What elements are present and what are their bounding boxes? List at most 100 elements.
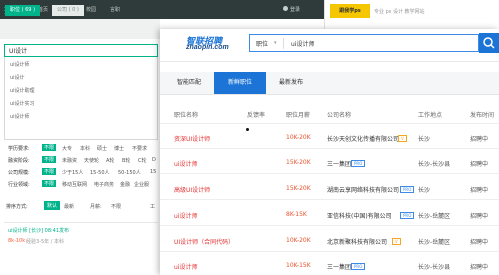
company-badge: V: [398, 135, 407, 142]
salary-label: 月薪:: [90, 204, 102, 210]
filter-option[interactable]: B轮: [122, 157, 130, 164]
filter-option[interactable]: C轮: [138, 157, 147, 164]
filter-option[interactable]: D: [152, 157, 156, 163]
filter-option[interactable]: 天使轮: [84, 157, 99, 164]
suggestion-item[interactable]: ui设计师: [10, 113, 30, 120]
row-divider: [160, 225, 499, 226]
search-type-select[interactable]: 职位: [256, 39, 268, 48]
sort-latest-button[interactable]: 最新: [64, 203, 74, 210]
sort-default-button[interactable]: 默认: [44, 201, 61, 210]
filter-option[interactable]: 移动互联网: [62, 181, 87, 188]
job-title-link[interactable]: 高级UI设计师: [174, 185, 210, 194]
header-feedback: 反馈率: [247, 112, 266, 119]
job-salary: 10K-20K: [286, 134, 311, 141]
job-location: 长沙-长沙县: [418, 161, 451, 168]
company-link[interactable]: 三一集团: [327, 159, 351, 168]
job-title-link[interactable]: ui设计师: [174, 159, 197, 168]
job-salary: 15K-20K: [286, 159, 311, 166]
filter-selected[interactable]: 不限: [42, 168, 57, 175]
filter-label-financing: 融资阶段:: [8, 158, 30, 164]
search-icon: [483, 37, 495, 49]
lagou-login-link[interactable]: 登录: [290, 6, 300, 13]
job-status: 招聘中: [470, 161, 489, 168]
company-link[interactable]: 三一集团: [327, 262, 351, 271]
company-badge: V: [392, 238, 401, 245]
suggestion-item[interactable]: ui设计助理: [10, 87, 35, 94]
ad-text: 专业 ps 设计 教学网站: [374, 9, 425, 15]
job-status: 招聘中: [470, 136, 489, 143]
job-title-link[interactable]: 资深UI设计师: [174, 134, 210, 143]
company-link[interactable]: 长沙天创文化传播有限公司: [327, 134, 399, 143]
filter-selected[interactable]: 不限: [42, 144, 57, 151]
job-salary: 10K-15K: [286, 262, 311, 269]
job-status: 招聘中: [470, 264, 489, 271]
job-card-salary: 8k-10k: [8, 238, 26, 244]
filter-selected[interactable]: 不限: [42, 180, 57, 187]
job-location: 长沙: [418, 136, 431, 143]
filter-option[interactable]: 电子商务: [94, 181, 114, 188]
cursor-dot: [246, 128, 249, 131]
job-location: 长沙: [418, 187, 431, 194]
row-divider: [160, 148, 499, 149]
filter-option[interactable]: 15-50人: [90, 169, 110, 176]
zhaopin-search-input[interactable]: ui设计师: [291, 39, 314, 48]
company-link[interactable]: 北京新聚科技有限公司: [327, 237, 387, 246]
sort-label: 排序方式:: [6, 204, 28, 210]
filter-option[interactable]: 少于15人: [62, 169, 83, 176]
filter-option[interactable]: 不要求: [132, 145, 147, 152]
company-badge: PRO: [400, 186, 415, 193]
job-card-requirement: 经验3-5年 / 本科: [26, 239, 65, 245]
header-salary: 职位月薪: [286, 112, 311, 119]
work-select[interactable]: 工: [150, 203, 155, 210]
tab-jobs[interactable]: 职位 ( 69 ): [5, 5, 41, 16]
filter-option[interactable]: A轮: [106, 157, 114, 164]
suggestion-item[interactable]: ui设计师: [10, 61, 30, 68]
job-status: 招聘中: [470, 239, 489, 246]
user-icon: [283, 6, 288, 11]
filter-option[interactable]: 企业服: [134, 181, 149, 188]
tab-companies[interactable]: 公司 ( 0 ): [52, 5, 84, 16]
filter-option[interactable]: 本科: [80, 145, 90, 152]
job-title-link[interactable]: UI设计师（合同代码）: [174, 237, 234, 246]
salary-select[interactable]: 不限: [111, 203, 121, 210]
filter-selected[interactable]: 不限: [42, 156, 57, 163]
company-link[interactable]: 湖南云享网络科技有限公司: [327, 185, 399, 194]
company-badge: PRO: [351, 263, 366, 270]
row-divider: [160, 251, 499, 252]
company-badge: PRO: [351, 160, 366, 167]
row-divider: [160, 199, 499, 200]
header-job-title: 职位名称: [174, 112, 199, 119]
filter-option[interactable]: 金融: [120, 181, 130, 188]
search-button[interactable]: [479, 33, 499, 53]
filter-option[interactable]: 博士: [114, 145, 124, 152]
filter-option[interactable]: 未融资: [62, 157, 77, 164]
company-badge: PRO: [400, 212, 415, 219]
tab-new-jobs[interactable]: 新鲜职位: [214, 72, 266, 94]
job-salary: 10K-20K: [286, 237, 311, 244]
job-title-link[interactable]: ui设计师: [174, 262, 197, 271]
row-divider: [160, 123, 499, 124]
lagou-nav-other[interactable]: 言职: [110, 6, 120, 13]
suggestion-item[interactable]: ui设计实习: [10, 100, 35, 107]
job-card-title[interactable]: ui设计师 [长沙] 08:41发布: [8, 227, 69, 234]
job-status: 招聘中: [470, 187, 489, 194]
filter-label-size: 公司规模:: [8, 170, 30, 176]
job-title-link[interactable]: ui设计师: [174, 211, 197, 220]
filter-option[interactable]: 大专: [62, 145, 72, 152]
filter-label-education: 学历要求:: [8, 146, 30, 152]
tab-latest[interactable]: 最新发布: [268, 72, 314, 94]
filter-option[interactable]: 15: [150, 169, 156, 175]
lagou-topbar: [0, 0, 325, 19]
divider: [283, 38, 284, 49]
company-link[interactable]: 亚信科技(中国)有限公司: [327, 211, 392, 220]
search-suggestions: [4, 57, 158, 140]
filter-option[interactable]: 硕士: [97, 145, 107, 152]
tab-smart-match[interactable]: 智能匹配: [165, 72, 213, 94]
suggestion-item[interactable]: ui设计: [10, 74, 25, 81]
job-location: 长沙-岳麓区: [418, 213, 451, 220]
row-divider: [160, 173, 499, 174]
lagou-nav-campus[interactable]: 校园: [86, 6, 96, 13]
lagou-search-input[interactable]: UI设计: [4, 44, 158, 57]
filter-option[interactable]: 50-150人: [118, 169, 141, 176]
job-location: 长沙-长沙县: [418, 264, 451, 271]
